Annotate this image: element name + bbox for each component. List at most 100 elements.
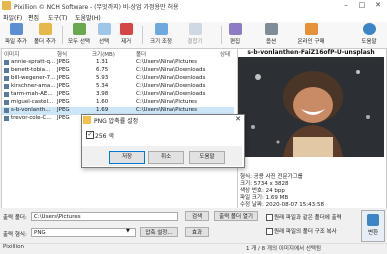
cell-folder: C:\Users\Nina\Downloads [136, 91, 206, 97]
copy-structure-checkbox[interactable] [266, 228, 273, 235]
add-file-button[interactable]: 파일 추가 [3, 23, 29, 47]
cell-folder: C:\Users\Nina\Pictures [136, 99, 197, 105]
resize-button[interactable]: 크기 조정 [147, 23, 175, 47]
cell-size: 3.98 [96, 91, 109, 97]
status-selection-info: 1 개 / 8 개의 이미지에서 선택됨 [246, 246, 322, 252]
dialog-help-button[interactable]: 도움말 [189, 151, 225, 164]
image-thumbnail [4, 84, 9, 89]
cell-name: annie-spratt-q... [11, 59, 56, 65]
table-row[interactable]: kirschner-ama... JPEG 5.34 C:\Users\Nina\Do… [2, 83, 234, 91]
output-format-select[interactable]: PNG [31, 228, 136, 237]
options-button[interactable]: 옵션 [262, 23, 280, 47]
table-row[interactable]: annie-spratt-q... JPEG 1.31 C:\Users\Nina\P… [2, 59, 234, 67]
cell-name: kirschner-ama... [11, 83, 56, 89]
image-thumbnail [4, 76, 9, 81]
cell-format: JPEG [57, 91, 70, 97]
column-header-size[interactable]: 크기(MB) [92, 50, 115, 58]
toolbar-divider [142, 26, 143, 44]
toolbar-divider [62, 26, 63, 44]
dialog-close-icon[interactable]: ✕ [233, 114, 243, 124]
table-row[interactable]: miguel-castel... JPEG 1.60 C:\Users\Nina\Pi… [2, 99, 234, 107]
browse-button[interactable]: 검색 [185, 211, 209, 221]
cell-name: trevor-cole-C... [11, 115, 52, 121]
cell-name: miguel-castel... [11, 99, 54, 105]
cell-folder: C:\Users\Nina\Pictures [136, 107, 197, 113]
cell-size: 1.69 [96, 107, 109, 113]
table-row[interactable]: benett-tobia... JPEG 6.75 C:\Users\Nina\Dow… [2, 67, 234, 75]
help-button[interactable]: 도움말 [357, 23, 381, 47]
edit-icon [228, 23, 242, 35]
app-icon [2, 1, 11, 10]
dialog-title: PNG 압축률 설정 [94, 118, 139, 125]
cell-name: bill-wegener-7... [11, 75, 56, 81]
gear-icon [264, 23, 278, 35]
resize-icon [154, 23, 168, 35]
convert-icon [367, 214, 379, 226]
effects-button-bottom[interactable]: 효과 [185, 227, 209, 237]
edit-button[interactable]: 편집 [226, 23, 244, 47]
close-icon[interactable]: ✕ [370, 0, 386, 11]
deselect-button[interactable]: 선택 [94, 23, 114, 47]
dialog-app-icon [83, 116, 91, 124]
output-folder-field[interactable]: C:\Users\Pictures [31, 212, 178, 221]
cell-size: 1.31 [96, 59, 109, 65]
table-row[interactable]: tarm-mah-AE... JPEG 3.98 C:\Users\Nina\Down… [2, 91, 234, 99]
cell-folder: C:\Users\Nina\Pictures [136, 59, 197, 65]
effects-button[interactable]: 결합기 [182, 23, 208, 47]
dialog-cancel-button[interactable]: 취소 [148, 151, 184, 164]
chevron-down-icon[interactable]: ▼ [126, 228, 130, 234]
window-title: Pixillion © NCH Software - (무엇까지) 비-상업 가… [14, 4, 179, 11]
column-header-format[interactable]: 형식 [57, 50, 67, 58]
cell-format: JPEG [57, 75, 70, 81]
compression-settings-button[interactable]: 압축 설정... [140, 227, 178, 237]
menu-file[interactable]: 파일(F) [3, 13, 22, 22]
minimize-icon[interactable]: – [338, 0, 354, 11]
cell-format: JPEG [57, 99, 70, 105]
cell-folder: C:\Users\Nina\Downloads [136, 83, 206, 89]
cell-folder: C:\Users\Nina\Downloads [136, 67, 206, 73]
convert-button[interactable]: 변환 [361, 210, 385, 242]
select-all-icon [72, 23, 86, 35]
image-thumbnail [4, 116, 9, 121]
maximize-icon[interactable]: □ [354, 0, 370, 11]
menu-help[interactable]: 도움말(H) [75, 13, 101, 22]
output-folder-label: 출력 폴더: [3, 215, 27, 221]
deselect-icon [97, 23, 111, 35]
image-thumbnail [4, 108, 9, 113]
menu-edit[interactable]: 편집 [28, 13, 39, 22]
open-output-folder-button[interactable]: 출력 폴더 열기 [214, 211, 258, 221]
cell-size: 5.93 [96, 75, 109, 81]
cell-size: 1.60 [96, 99, 109, 105]
add-folder-icon [38, 23, 52, 35]
preview-info-modified: 수정 날짜: 2020-08-07 15:43:58 [240, 202, 325, 208]
column-header-image[interactable]: 이미지 [4, 50, 19, 58]
color-256-checkbox[interactable]: ✓ [86, 131, 94, 139]
menu-tools[interactable]: 도구(T) [48, 13, 67, 22]
select-all-button[interactable]: 모두 선택 [65, 23, 93, 47]
image-thumbnail [4, 92, 9, 97]
effects-icon [188, 23, 202, 35]
table-row[interactable]: bill-wegener-7... JPEG 5.93 C:\Users\Nina\D… [2, 75, 234, 83]
column-header-folder[interactable]: 폴더 [136, 50, 146, 58]
color-256-label: 256 색 [95, 133, 114, 140]
cell-format: JPEG [57, 83, 70, 89]
preview-title: s-b-vonlanthen-FaiZ16ofP-U-unsplash [247, 49, 375, 56]
image-thumbnail [4, 60, 9, 65]
cell-folder: C:\Users\Nina\Downloads [136, 75, 206, 81]
remove-button[interactable]: 제거 [116, 23, 136, 47]
cell-format: JPEG [57, 115, 70, 121]
column-header-status[interactable]: 상태 [220, 50, 230, 58]
buy-online-button[interactable]: 온라인 구매 [294, 23, 328, 47]
cell-format: JPEG [57, 107, 70, 113]
remove-icon [119, 23, 133, 35]
dialog-save-button[interactable]: 저장 [109, 151, 145, 164]
image-thumbnail [4, 68, 9, 73]
add-file-icon [9, 23, 23, 35]
same-folder-label: 원래 파일과 같은 폴더에 출력 [274, 215, 342, 221]
add-folder-button[interactable]: 폴더 추가 [31, 23, 59, 47]
toolbar-divider [221, 26, 222, 44]
status-app-name: Pixillion [3, 244, 24, 250]
cell-size: 6.75 [96, 67, 109, 73]
same-folder-checkbox[interactable] [266, 214, 273, 221]
help-icon [362, 23, 376, 35]
